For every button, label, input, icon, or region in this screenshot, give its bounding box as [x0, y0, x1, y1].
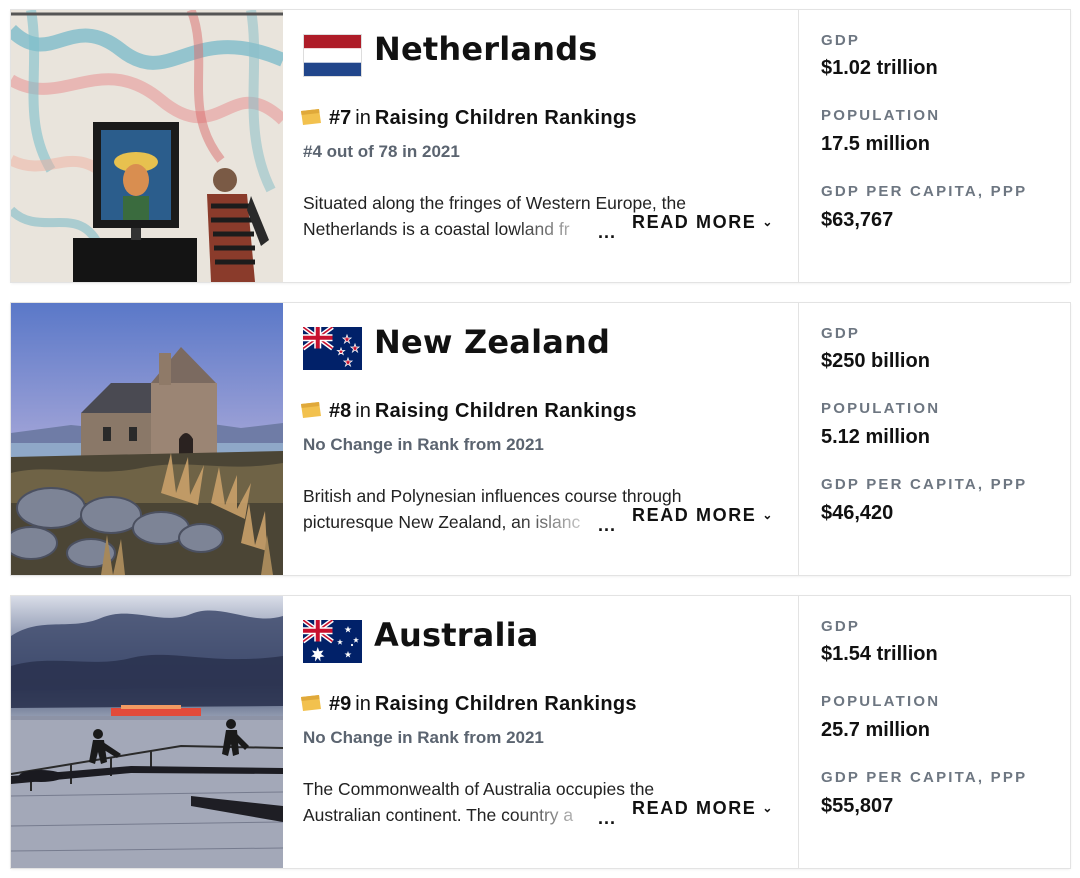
- stat-value-population: 5.12 million: [821, 426, 930, 448]
- read-more-button[interactable]: READ MORE ⌄: [632, 505, 774, 526]
- new-zealand-flag-icon: [303, 327, 362, 370]
- description-line-2: Netherlands is a coastal lowland fr: [303, 219, 570, 239]
- chevron-down-icon: ⌄: [762, 215, 775, 229]
- country-photo[interactable]: [11, 303, 283, 575]
- stat-label-gdp-per-capita: GDP PER CAPITA, PPP: [821, 183, 1028, 200]
- ellipsis: ...: [598, 808, 617, 828]
- netherlands-flag-icon: [303, 34, 362, 77]
- ranking-list-link[interactable]: Raising Children Rankings: [375, 693, 637, 715]
- stat-label-gdp-per-capita: GDP PER CAPITA, PPP: [821, 476, 1028, 493]
- stat-label-gdp: GDP: [821, 618, 861, 635]
- rank-line: #9 in Raising Children Rankings: [299, 693, 637, 716]
- stat-value-gdp-per-capita: $55,807: [821, 795, 894, 817]
- country-name[interactable]: New Zealand: [374, 323, 610, 361]
- stat-value-gdp: $1.02 trillion: [821, 57, 938, 79]
- stat-value-population: 25.7 million: [821, 719, 930, 741]
- stat-label-population: POPULATION: [821, 107, 941, 124]
- read-more-button[interactable]: READ MORE ⌄: [632, 798, 774, 819]
- country-card-australia[interactable]: Australia #9 in Raising Children Rankings …: [11, 596, 1070, 868]
- stat-value-gdp: $250 billion: [821, 350, 930, 372]
- stat-label-gdp: GDP: [821, 325, 861, 342]
- read-more-button[interactable]: READ MORE ⌄: [632, 212, 774, 233]
- rank-in-text: in: [355, 107, 371, 129]
- read-more-label: READ MORE: [632, 212, 757, 232]
- country-name[interactable]: Netherlands: [374, 30, 598, 68]
- rank-number: #8: [329, 400, 352, 422]
- stat-value-gdp-per-capita: $46,420: [821, 502, 894, 524]
- description-line-2: Australian continent. The country a: [303, 805, 574, 825]
- sub-rank: #4 out of 78 in 2021: [303, 142, 460, 161]
- ranking-list-link[interactable]: Raising Children Rankings: [375, 107, 637, 129]
- country-photo[interactable]: [11, 10, 283, 282]
- rank-line: #7 in Raising Children Rankings: [299, 107, 637, 130]
- description-line-1: British and Polynesian influences course…: [303, 486, 682, 506]
- chevron-down-icon: ⌄: [762, 508, 775, 522]
- description-line-1: Situated along the fringes of Western Eu…: [303, 193, 686, 213]
- description-line-1: The Commonwealth of Australia occupies t…: [303, 779, 655, 799]
- stats-panel: GDP $1.54 trillion POPULATION 25.7 milli…: [821, 596, 1061, 868]
- ribbon-icon: [301, 695, 321, 711]
- description-line-2: picturesque New Zealand, an islanc: [303, 512, 581, 532]
- australia-flag-icon: [303, 620, 362, 663]
- rank-number: #7: [329, 107, 352, 129]
- divider: [798, 10, 799, 282]
- stat-label-population: POPULATION: [821, 693, 941, 710]
- rank-in-text: in: [355, 400, 371, 422]
- rank-in-text: in: [355, 693, 371, 715]
- ellipsis: ...: [598, 222, 617, 242]
- stat-label-gdp: GDP: [821, 32, 861, 49]
- rank-line: #8 in Raising Children Rankings: [299, 400, 637, 423]
- country-card-new-zealand[interactable]: New Zealand #8 in Raising Children Ranking…: [11, 303, 1070, 575]
- sub-rank: No Change in Rank from 2021: [303, 435, 544, 454]
- rank-number: #9: [329, 693, 352, 715]
- read-more-label: READ MORE: [632, 798, 757, 818]
- ellipsis: ...: [598, 515, 617, 535]
- chevron-down-icon: ⌄: [762, 801, 775, 815]
- divider: [798, 596, 799, 868]
- read-more-label: READ MORE: [632, 505, 757, 525]
- ribbon-icon: [301, 402, 321, 418]
- country-card-netherlands[interactable]: Netherlands #7 in Raising Children Ranking…: [11, 10, 1070, 282]
- divider: [798, 303, 799, 575]
- stats-panel: GDP $1.02 trillion POPULATION 17.5 milli…: [821, 10, 1061, 282]
- stat-value-gdp-per-capita: $63,767: [821, 209, 894, 231]
- stat-value-gdp: $1.54 trillion: [821, 643, 938, 665]
- sub-rank: No Change in Rank from 2021: [303, 728, 544, 747]
- stat-label-population: POPULATION: [821, 400, 941, 417]
- ranking-list-link[interactable]: Raising Children Rankings: [375, 400, 637, 422]
- country-photo[interactable]: [11, 596, 283, 868]
- stats-panel: GDP $250 billion POPULATION 5.12 million…: [821, 303, 1061, 575]
- country-name[interactable]: Australia: [374, 616, 539, 654]
- ribbon-icon: [301, 109, 321, 125]
- stat-label-gdp-per-capita: GDP PER CAPITA, PPP: [821, 769, 1028, 786]
- stat-value-population: 17.5 million: [821, 133, 930, 155]
